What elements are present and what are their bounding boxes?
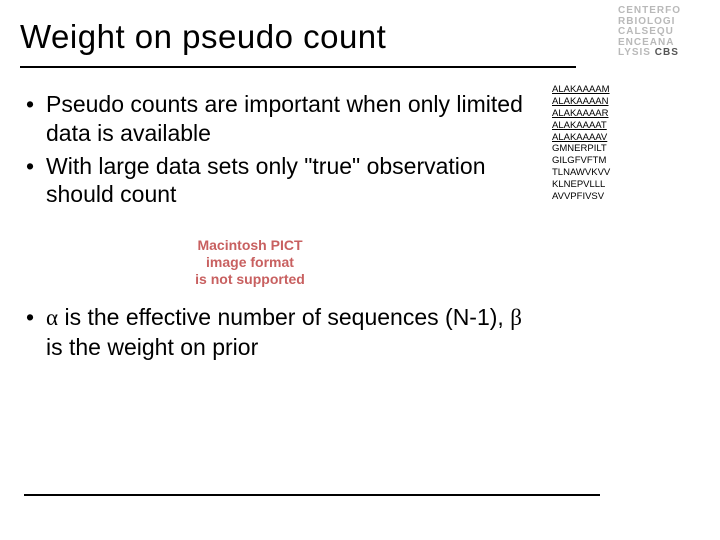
alpha-symbol: α xyxy=(46,305,58,330)
sequence-row: KLNEPVLLL xyxy=(552,179,610,191)
logo-block: CENTERFO RBIOLOGI CALSEQU ENCEANA LYSIS … xyxy=(618,6,710,59)
bullet-item: With large data sets only "true" observa… xyxy=(20,152,540,210)
bullet-text: is the effective number of sequences (N-… xyxy=(58,304,510,330)
footer-rule xyxy=(24,494,600,496)
logo-line: CALSEQU xyxy=(618,26,674,37)
bullet-block: Pseudo counts are important when only li… xyxy=(20,90,540,366)
sequence-row: GILGFVFTM xyxy=(552,155,610,167)
logo-line: LYSIS xyxy=(618,47,651,58)
sequence-row: TLNAWVKVV xyxy=(552,167,610,179)
sequence-row: ALAKAAAAN xyxy=(552,96,610,108)
bullet-item: α is the effective number of sequences (… xyxy=(20,303,540,362)
bullet-text: is the weight on prior xyxy=(46,334,258,360)
pict-line: image format xyxy=(206,254,294,270)
bullet-item: Pseudo counts are important when only li… xyxy=(20,90,540,148)
logo-line: CBS xyxy=(655,47,679,58)
sequence-row: ALAKAAAAV xyxy=(552,132,610,144)
sequence-row: AVVPFIVSV xyxy=(552,191,610,203)
sequence-row: ALAKAAAAM xyxy=(552,84,610,96)
logo-line: RBIOLOGI xyxy=(618,16,675,27)
sequence-row: ALAKAAAAR xyxy=(552,108,610,120)
pict-placeholder: Macintosh PICT image format is not suppo… xyxy=(160,237,340,287)
logo-line: CENTERFO xyxy=(618,5,681,16)
sequence-row: ALAKAAAAT xyxy=(552,120,610,132)
slide-title: Weight on pseudo count xyxy=(20,18,696,56)
title-rule xyxy=(20,66,576,68)
logo-line: ENCEANA xyxy=(618,37,674,48)
pict-line: is not supported xyxy=(195,271,305,287)
beta-symbol: β xyxy=(510,305,522,330)
sequence-row: GMNERPILT xyxy=(552,143,610,155)
pict-line: Macintosh PICT xyxy=(197,237,302,253)
sequence-box: ALAKAAAAM ALAKAAAAN ALAKAAAAR ALAKAAAAT … xyxy=(552,84,610,203)
